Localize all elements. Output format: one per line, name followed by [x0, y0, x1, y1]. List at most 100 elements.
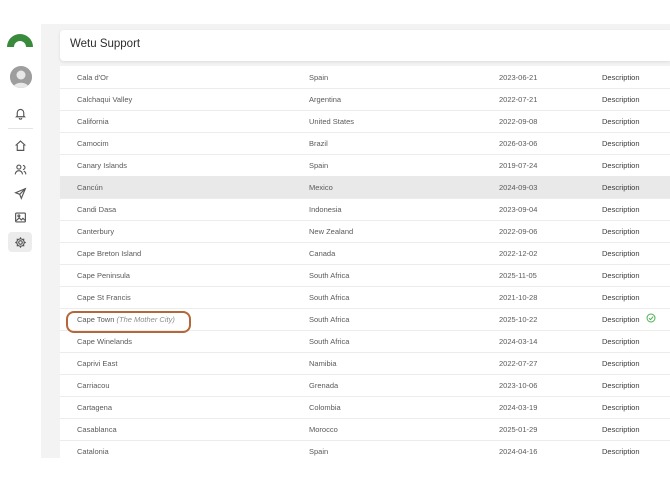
- table-row[interactable]: Catalonia Spain 2024-04-16 Description: [60, 440, 670, 458]
- table-row[interactable]: Cape Breton Island Canada 2022-12-02 Descri…: [60, 242, 670, 265]
- destination-name-text: Cape Peninsula: [77, 271, 130, 280]
- destination-name[interactable]: Catalonia: [77, 447, 109, 456]
- country-cell: Namibia: [309, 359, 337, 368]
- destination-name-text: Canary Islands: [77, 161, 128, 170]
- table-row[interactable]: Cancún Mexico 2024-09-03 Description: [60, 176, 670, 199]
- destination-name[interactable]: Candi Dasa: [77, 205, 116, 214]
- destination-name-text: Caprivi East: [77, 359, 118, 368]
- date-cell: 2019-07-24: [499, 161, 538, 170]
- destination-name-text: Cape Breton Island: [77, 249, 142, 258]
- destination-name[interactable]: Cancún: [77, 183, 103, 192]
- description-link[interactable]: Description: [602, 227, 640, 236]
- home-icon[interactable]: [11, 136, 29, 154]
- send-icon[interactable]: [11, 184, 29, 202]
- description-link[interactable]: Description: [602, 447, 640, 456]
- bell-icon[interactable]: [11, 104, 29, 122]
- destination-name[interactable]: Calchaqui Valley: [77, 95, 132, 104]
- table-row[interactable]: Cape Winelands South Africa 2024-03-14 Desc…: [60, 330, 670, 353]
- date-cell: 2023-06-21: [499, 73, 538, 82]
- table-row[interactable]: Canary Islands Spain 2019-07-24 Description: [60, 154, 670, 177]
- destination-name[interactable]: Caprivi East: [77, 359, 117, 368]
- destination-name-text: Casablanca: [77, 425, 117, 434]
- destination-name[interactable]: Cape Peninsula: [77, 271, 130, 280]
- description-link[interactable]: Description: [602, 117, 640, 126]
- destination-name-text: Cartagena: [77, 403, 113, 412]
- country-cell: New Zealand: [309, 227, 354, 236]
- destination-name-text: Cala d'Or: [77, 73, 109, 82]
- date-cell: 2025-10-22: [499, 315, 538, 324]
- destination-name[interactable]: Cartagena: [77, 403, 112, 412]
- description-link[interactable]: Description: [602, 271, 640, 280]
- country-cell: Grenada: [309, 381, 339, 390]
- date-cell: 2022-07-21: [499, 95, 538, 104]
- destination-name-text: Candi Dasa: [77, 205, 117, 214]
- country-cell: Spain: [309, 447, 329, 456]
- date-cell: 2025-01-29: [499, 425, 538, 434]
- country-cell: Mexico: [309, 183, 333, 192]
- destination-name-text: Calchaqui Valley: [77, 95, 133, 104]
- description-link[interactable]: Description: [602, 293, 640, 302]
- destination-name-text: Carriacou: [77, 381, 110, 390]
- description-link[interactable]: Description: [602, 337, 640, 346]
- description-link[interactable]: Description: [602, 425, 640, 434]
- description-link[interactable]: Description: [602, 139, 640, 148]
- description-link[interactable]: Description: [602, 161, 640, 170]
- destination-name[interactable]: Carriacou: [77, 381, 110, 390]
- gear-icon[interactable]: [8, 232, 32, 252]
- table-row[interactable]: Canterbury New Zealand 2022-09-06 Descripti…: [60, 220, 670, 243]
- table-row[interactable]: Cape Peninsula South Africa 2025-11-05 Desc…: [60, 264, 670, 287]
- table-row[interactable]: Cape St Francis South Africa 2021-10-28 Des…: [60, 286, 670, 309]
- date-cell: 2024-03-19: [499, 403, 538, 412]
- description-link[interactable]: Description: [602, 315, 640, 324]
- description-link[interactable]: Description: [602, 183, 640, 192]
- destination-name[interactable]: Casablanca: [77, 425, 117, 434]
- date-cell: 2023-10-06: [499, 381, 538, 390]
- destination-name[interactable]: Cala d'Or: [77, 73, 108, 82]
- destinations-table: Cala d'Or Spain 2023-06-21 Description Calch…: [60, 66, 670, 458]
- table-row[interactable]: Calchaqui Valley Argentina 2022-07-21 Descr…: [60, 88, 670, 111]
- table-row[interactable]: Caprivi East Namibia 2022-07-27 Description: [60, 352, 670, 375]
- table-row[interactable]: Cala d'Or Spain 2023-06-21 Description: [60, 66, 670, 89]
- destination-name[interactable]: Canterbury: [77, 227, 114, 236]
- table-row[interactable]: Camocim Brazil 2026-03-06 Description: [60, 132, 670, 155]
- destination-name[interactable]: Cape Breton Island: [77, 249, 141, 258]
- wetu-logo[interactable]: [6, 32, 34, 48]
- description-link[interactable]: Description: [602, 249, 640, 258]
- date-cell: 2022-12-02: [499, 249, 538, 258]
- table-row[interactable]: Cartagena Colombia 2024-03-19 Description: [60, 396, 670, 419]
- destination-name-text: Cancún: [77, 183, 103, 192]
- country-cell: Brazil: [309, 139, 328, 148]
- description-link[interactable]: Description: [602, 403, 640, 412]
- description-link[interactable]: Description: [602, 73, 640, 82]
- table-row[interactable]: California United States 2022-09-08 Descrip…: [60, 110, 670, 133]
- description-link[interactable]: Description: [602, 359, 640, 368]
- destination-name[interactable]: Canary Islands: [77, 161, 127, 170]
- users-icon[interactable]: [11, 160, 29, 178]
- destination-name[interactable]: Cape Winelands: [77, 337, 132, 346]
- destination-name-text: Cape Winelands: [77, 337, 133, 346]
- avatar[interactable]: [10, 66, 32, 88]
- date-cell: 2025-11-05: [499, 271, 537, 280]
- header-bar: Wetu Support: [60, 30, 670, 61]
- country-cell: Spain: [309, 73, 329, 82]
- description-link[interactable]: Description: [602, 381, 640, 390]
- table-row[interactable]: Casablanca Morocco 2025-01-29 Description: [60, 418, 670, 441]
- destination-name[interactable]: California: [77, 117, 109, 126]
- country-cell: Morocco: [309, 425, 338, 434]
- description-link[interactable]: Description: [602, 95, 640, 104]
- date-cell: 2021-10-28: [499, 293, 538, 302]
- image-icon[interactable]: [11, 208, 29, 226]
- date-cell: 2023-09-04: [499, 205, 538, 214]
- country-cell: South Africa: [309, 315, 350, 324]
- destination-name-text: Camocim: [77, 139, 109, 148]
- date-cell: 2024-04-16: [499, 447, 538, 456]
- description-link[interactable]: Description: [602, 205, 640, 214]
- sidebar-divider: [8, 128, 33, 129]
- main-content: Wetu Support Cala d'Or Spain 2023-06-21 Des…: [41, 24, 670, 458]
- country-cell: Indonesia: [309, 205, 342, 214]
- country-cell: South Africa: [309, 337, 350, 346]
- table-row[interactable]: Carriacou Grenada 2023-10-06 Description: [60, 374, 670, 397]
- destination-name[interactable]: Cape St Francis: [77, 293, 131, 302]
- destination-name[interactable]: Camocim: [77, 139, 109, 148]
- table-row[interactable]: Candi Dasa Indonesia 2023-09-04 Description: [60, 198, 670, 221]
